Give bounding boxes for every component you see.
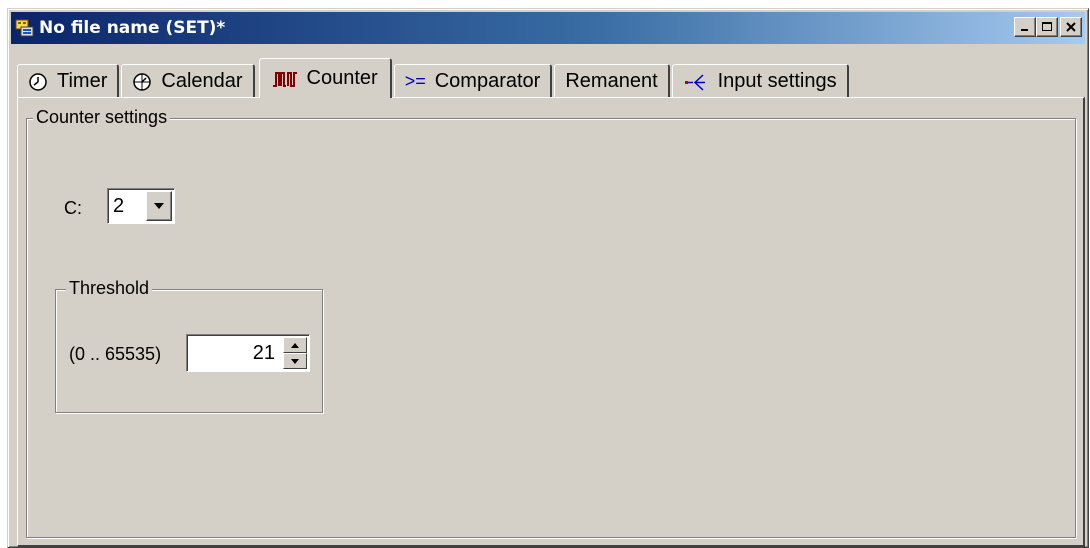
tab-label: Calendar bbox=[161, 70, 243, 92]
tab-calendar[interactable]: Calendar bbox=[121, 64, 255, 98]
close-button[interactable] bbox=[1060, 17, 1082, 37]
threshold-spinbox[interactable]: 21 bbox=[186, 334, 310, 372]
tab-label: Input settings bbox=[717, 70, 837, 92]
tab-comparator[interactable]: >= Comparator bbox=[393, 64, 553, 98]
comparator-icon: >= bbox=[404, 71, 426, 91]
counter-label: C: bbox=[64, 198, 82, 218]
counter-dropdown-button[interactable] bbox=[146, 191, 172, 221]
spin-down-button[interactable] bbox=[283, 353, 307, 369]
threshold-group: Threshold (0 .. 65535) 21 bbox=[55, 278, 323, 413]
counter-select[interactable]: 2 bbox=[107, 188, 175, 224]
clock-icon bbox=[29, 72, 47, 91]
tab-timer[interactable]: Timer bbox=[17, 64, 120, 98]
tab-label: Counter bbox=[306, 67, 378, 89]
input-settings-icon bbox=[684, 73, 705, 91]
spin-down-icon bbox=[291, 358, 299, 364]
chevron-down-icon bbox=[154, 203, 164, 209]
minimize-button[interactable] bbox=[1014, 17, 1036, 37]
calendar-clock-icon bbox=[133, 72, 152, 91]
tab-counter[interactable]: Counter bbox=[258, 58, 392, 98]
minimize-icon bbox=[1021, 29, 1028, 31]
app-icon bbox=[14, 18, 36, 38]
title-bar[interactable]: No file name (SET)* bbox=[11, 12, 1085, 44]
counter-settings-group: Counter settings C: 2 Threshold (0 .. 65… bbox=[26, 107, 1076, 538]
app-window: No file name (SET)* Timer Calendar Count… bbox=[7, 8, 1089, 548]
tab-label: Remanent bbox=[565, 70, 658, 92]
threshold-range-label: (0 .. 65535) bbox=[69, 344, 162, 364]
tab-remanent[interactable]: Remanent bbox=[554, 64, 670, 98]
spin-up-icon bbox=[291, 342, 299, 348]
tab-label: Comparator bbox=[434, 70, 541, 92]
threshold-value[interactable]: 21 bbox=[187, 342, 283, 365]
maximize-button[interactable] bbox=[1036, 17, 1058, 37]
counter-pulse-icon bbox=[272, 71, 297, 87]
tab-label: Timer bbox=[57, 70, 108, 92]
tab-input-settings[interactable]: Input settings bbox=[671, 64, 849, 98]
maximize-icon bbox=[1042, 22, 1052, 31]
tab-strip: Timer Calendar Counter >= Comparator Rem… bbox=[17, 56, 851, 98]
close-icon bbox=[1066, 22, 1076, 32]
counter-settings-label: Counter settings bbox=[33, 107, 171, 128]
window-title: No file name (SET)* bbox=[39, 18, 226, 38]
counter-tab-panel: Counter settings C: 2 Threshold (0 .. 65… bbox=[17, 97, 1085, 547]
threshold-label: Threshold bbox=[66, 278, 153, 299]
counter-select-value: 2 bbox=[113, 194, 125, 217]
spin-up-button[interactable] bbox=[283, 337, 307, 353]
